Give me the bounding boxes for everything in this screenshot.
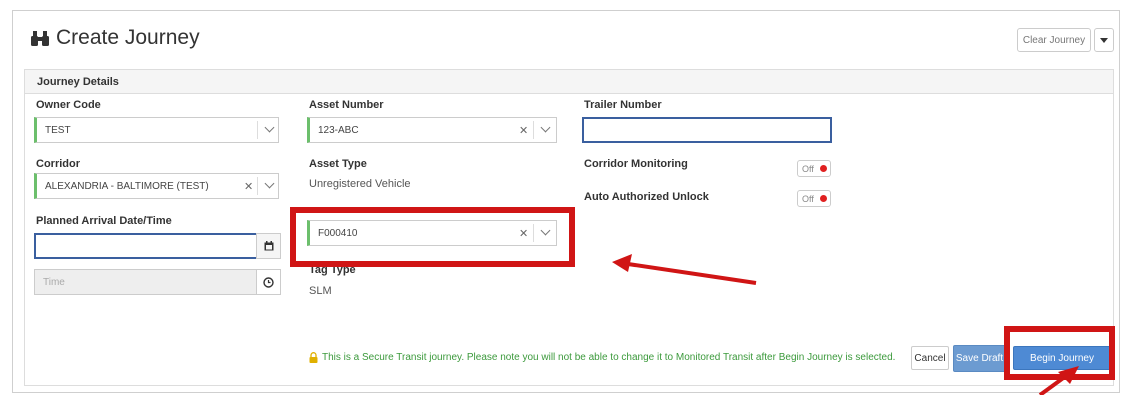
annotation-arrows	[612, 254, 1079, 395]
annotation-arrow-icon	[627, 262, 757, 285]
annotation-arrow-icon	[1038, 374, 1068, 395]
annotation-arrowhead-icon	[612, 254, 632, 272]
